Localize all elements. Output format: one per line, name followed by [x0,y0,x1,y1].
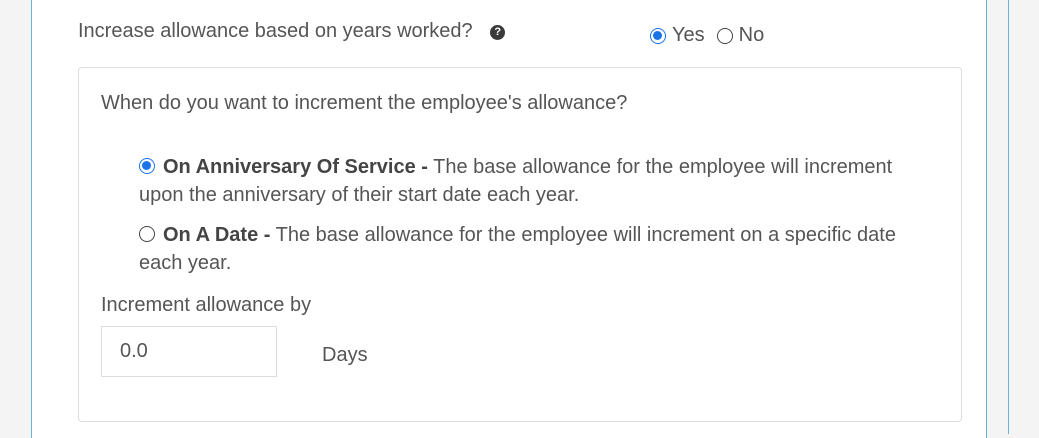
increment-label: Increment allowance by [101,294,312,316]
years-worked-label: Increase allowance based on years worked… [78,20,473,42]
no-option[interactable]: No [716,24,765,47]
increment-question: When do you want to increment the employ… [101,92,628,114]
anniversary-title: On Anniversary Of Service - [163,156,428,178]
page-divider [1008,0,1009,434]
on-date-choice[interactable]: On A Date - The base allowance for the e… [139,221,929,277]
yes-option[interactable]: Yes [650,24,705,47]
anniversary-choice[interactable]: On Anniversary Of Service - The base all… [139,153,929,209]
increment-input[interactable]: 0.0 [101,326,277,377]
yes-radio[interactable] [650,27,666,44]
on-date-title: On A Date - [163,224,271,246]
anniversary-radio[interactable] [139,158,155,174]
no-radio[interactable] [716,27,733,44]
on-date-radio[interactable] [139,226,155,242]
yes-label: Yes [672,24,705,46]
no-label: No [738,24,765,46]
increment-settings-panel: When do you want to increment the employ… [78,67,962,422]
increment-unit: Days [322,344,368,366]
years-worked-question: Increase allowance based on years worked… [78,20,506,43]
yes-no-radio-group: Yes No [650,24,776,47]
question-circle-icon[interactable]: ? [490,25,506,40]
